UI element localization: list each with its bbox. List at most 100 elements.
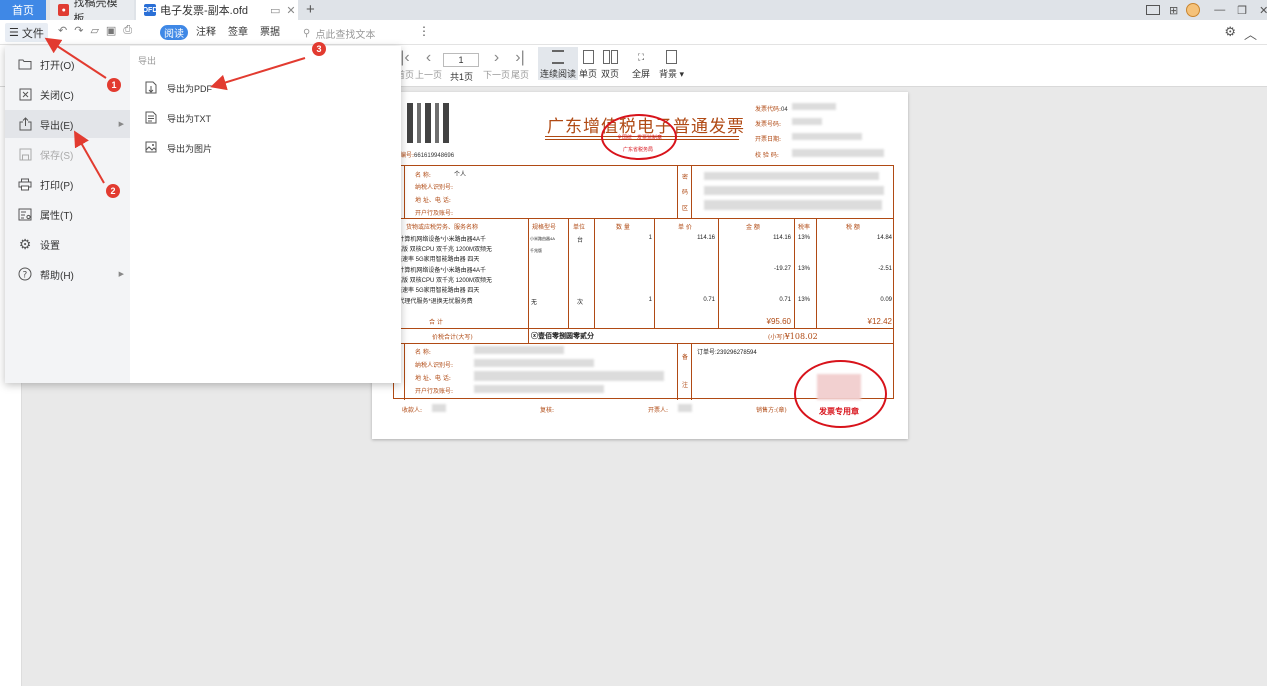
image-export-icon (145, 141, 157, 155)
single-page-button[interactable]: 单页 (579, 47, 597, 80)
undo-icon[interactable]: ↶ (58, 24, 67, 37)
search-box[interactable]: ⚲ 点此查找文本 (303, 26, 375, 41)
print-icon[interactable]: ⎙ (123, 24, 132, 37)
folder-open-icon (16, 58, 34, 70)
menu-item-label: 打开(O) (40, 60, 75, 72)
restore-icon[interactable]: ❐ (1237, 4, 1247, 17)
window-controls: ⊞ — ❐ ✕ (1146, 0, 1267, 20)
seal-bottom-text: 广东省税务局 (623, 147, 654, 153)
collapse-icon[interactable]: ︿ (1244, 24, 1257, 43)
next-page-button[interactable]: › 下一页 (483, 48, 510, 81)
menu-item-label: 属性(T) (40, 210, 73, 222)
template-app-icon: ● (58, 4, 70, 16)
row1-name-line1: *计算机网络设备*小米路由器4A千 (396, 237, 487, 243)
header-rate: 税率 (798, 224, 811, 231)
mode-sign-button[interactable]: 签章 (228, 25, 248, 40)
redacted-cipher (704, 172, 879, 180)
avatar[interactable] (1186, 3, 1201, 17)
grid-line (528, 328, 529, 343)
row3-price: 0.71 (703, 297, 715, 303)
background-label: 背景 ▾ (659, 69, 685, 79)
export-pdf-item[interactable]: 导出为PDF (145, 81, 212, 96)
row2-tax: -2.51 (878, 266, 892, 272)
save-icon[interactable]: ▣ (106, 24, 116, 37)
last-page-icon: ›| (515, 49, 525, 66)
redacted-seal (817, 374, 861, 400)
open-folder-icon[interactable]: ▱ (90, 24, 98, 37)
quick-actions: ↶ ↷ ▱ ▣ ⎙ (58, 24, 132, 37)
supervision-seal: 全国统一发票监制章 广东省税务局 (601, 114, 677, 160)
row2-name-line3: 线速率 5G家用智能路由器 四天 (396, 288, 480, 294)
menu-item-open[interactable]: 打开(O) (5, 50, 130, 78)
tab-menu-icon[interactable]: ▭ (270, 4, 280, 17)
grid-line (394, 218, 893, 219)
tab-template[interactable]: ● 找稿壳模板 (50, 0, 134, 25)
total-words-label: 价税合计(大写) (432, 334, 473, 341)
properties-icon (16, 208, 34, 221)
export-submenu-title: 导出 (138, 56, 157, 66)
seller-addr-label: 地 址、电 话: (415, 375, 451, 382)
grid-line (394, 328, 893, 329)
export-txt-label: 导出为TXT (167, 114, 211, 124)
export-txt-item[interactable]: 导出为TXT (145, 111, 211, 126)
menu-item-label: 导出(E) (40, 120, 74, 132)
page-number-input[interactable]: 1 (443, 53, 479, 67)
menu-item-properties[interactable]: 属性(T) (5, 200, 130, 228)
grid-line (816, 218, 817, 328)
prev-page-label: 上一页 (415, 70, 443, 80)
header-tax: 税 额 (846, 224, 860, 231)
double-page-label: 双页 (601, 69, 620, 79)
double-page-button[interactable]: 双页 (601, 47, 619, 80)
redacted-cipher (704, 200, 882, 210)
gear-icon: ⚙ (18, 235, 32, 252)
new-tab-icon[interactable]: + (306, 0, 315, 20)
row3-qty: 1 (648, 297, 652, 303)
row1-amount: 114.16 (773, 235, 791, 241)
mode-bill-button[interactable]: 票据 (260, 25, 280, 40)
continuous-read-button[interactable]: 连续阅读 (538, 47, 579, 80)
grid-line (404, 166, 405, 218)
menu-item-help[interactable]: ? 帮助(H) ▶ (5, 260, 130, 288)
background-button[interactable]: 背景 ▾ (659, 47, 684, 80)
prev-page-button[interactable]: ‹ 上一页 (415, 48, 442, 81)
tab-home[interactable]: 首页 (0, 0, 46, 20)
row1-unit: 台 (577, 238, 584, 244)
redo-icon[interactable]: ↷ (74, 24, 83, 37)
last-page-button[interactable]: ›| 尾页 (511, 48, 529, 81)
grid-icon[interactable]: ⊞ (1169, 4, 1178, 17)
row1-qty: 1 (648, 235, 652, 241)
window-close-icon[interactable]: ✕ (1259, 4, 1267, 17)
minimize-icon[interactable]: — (1214, 4, 1225, 16)
buyer-addr-label: 地 址、电 话: (415, 197, 451, 204)
fullscreen-button[interactable]: ⛶ 全屏 (632, 47, 650, 80)
mode-annotate-button[interactable]: 注释 (196, 25, 216, 40)
menu-item-settings[interactable]: ⚙ 设置 (5, 230, 130, 258)
header-price: 单 价 (678, 224, 692, 231)
tab-close-icon[interactable]: ✕ (286, 4, 295, 17)
cipher-label: 密 (682, 174, 689, 181)
more-icon[interactable]: ⋮ (418, 24, 430, 38)
mode-read-button[interactable]: 阅读 (160, 25, 188, 40)
menu-item-save[interactable]: 保存(S) (5, 140, 130, 168)
search-icon: ⚲ (303, 28, 311, 39)
redacted-drawer (678, 404, 692, 412)
tab-document-label: 电子发票-副本.ofd (160, 5, 249, 17)
row1-name-line3: 线速率 5G家用智能路由器 四天 (396, 257, 480, 263)
layout-1-icon[interactable] (1146, 5, 1160, 15)
file-menu-button[interactable]: ☰ 文件 (5, 23, 48, 42)
redacted-payee (432, 404, 446, 412)
tab-tools: ▭ ✕ (270, 0, 296, 20)
row2-rate: 13% (798, 266, 811, 272)
menu-item-export[interactable]: 导出(E) ▶ (5, 110, 130, 138)
grid-line (718, 218, 719, 328)
continuous-label: 连续阅读 (540, 69, 577, 79)
settings-gear-icon[interactable]: ⚙ (1224, 24, 1236, 43)
total-amount: ¥95.60 (766, 317, 791, 326)
export-image-item[interactable]: 导出为图片 (145, 141, 212, 155)
annotation-badge-2: 2 (106, 184, 120, 198)
continuous-icon (540, 47, 576, 67)
header-unit: 单位 (573, 224, 586, 231)
seller-tax-label: 纳税人识别号: (415, 362, 454, 369)
grid-line (528, 218, 529, 328)
txt-export-icon (145, 111, 157, 126)
